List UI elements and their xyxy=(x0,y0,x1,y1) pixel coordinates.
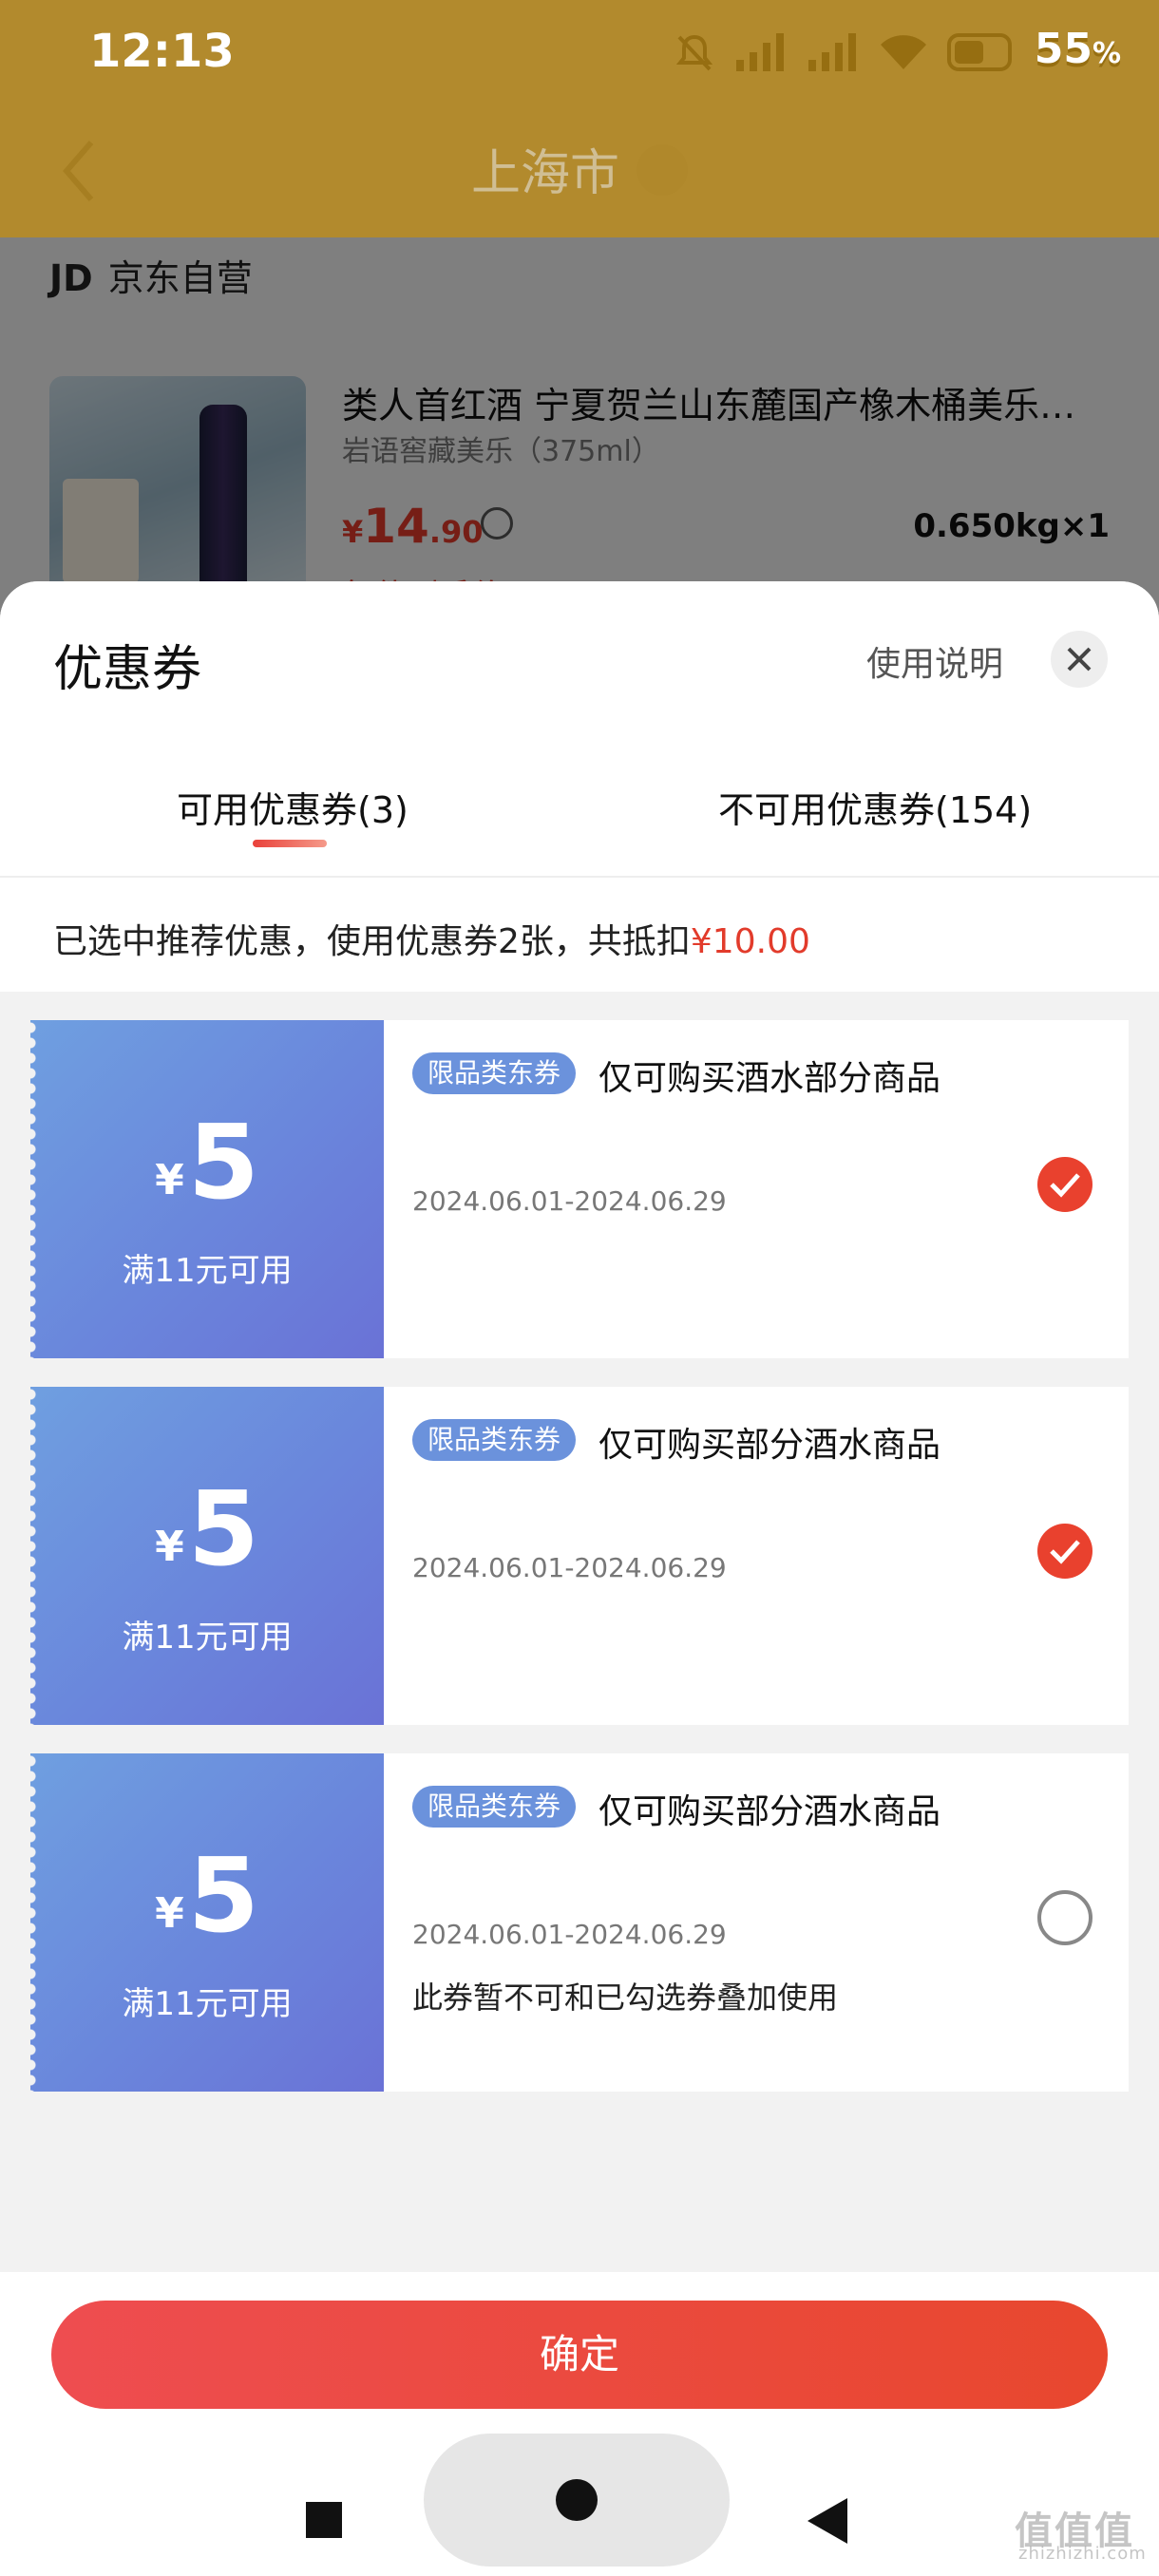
home-button[interactable] xyxy=(424,2434,730,2567)
recents-icon[interactable] xyxy=(306,2502,342,2538)
coupon-checkbox[interactable] xyxy=(1037,1157,1092,1212)
coupon-tag: 限品类东券 xyxy=(412,1419,577,1461)
coupon-tag: 限品类东券 xyxy=(412,1052,577,1094)
tab-unavailable[interactable]: 不可用优惠券(154) xyxy=(718,781,1032,833)
status-time-overlay: 12:13 xyxy=(89,25,235,78)
divider xyxy=(0,876,1159,878)
home-icon xyxy=(556,2479,598,2521)
battery-percent-overlay: 55% xyxy=(1034,25,1121,73)
system-nav-bar xyxy=(0,2424,1159,2576)
coupon-card[interactable]: ¥5 满11元可用 限品类东券 仅可购买酒水部分商品 2024.06.01-20… xyxy=(30,1020,1129,1358)
help-link[interactable]: 使用说明 xyxy=(866,636,1003,686)
navbar-tint: 12:13 55% 上海市 xyxy=(0,0,1159,237)
coupon-card[interactable]: ¥5 满11元可用 限品类东券 仅可购买部分酒水商品 2024.06.01-20… xyxy=(30,1387,1129,1725)
coupon-amount: ¥5 xyxy=(155,1470,259,1589)
back-triangle-icon[interactable] xyxy=(808,2498,847,2544)
coupon-condition: 满11元可用 xyxy=(122,1252,293,1290)
coupon-amount: ¥5 xyxy=(155,1104,259,1222)
sheet-header: 优惠券 使用说明 可用优惠券(3) 不可用优惠券(154) 已选中推荐优惠，使用… xyxy=(0,581,1159,992)
check-icon xyxy=(1050,1540,1080,1564)
coupon-description: 仅可购买酒水部分商品 xyxy=(598,1059,941,1098)
summary-amount: ¥10.00 xyxy=(690,922,810,961)
coupon-amount: ¥5 xyxy=(155,1837,259,1956)
coupon-checkbox[interactable] xyxy=(1037,1890,1092,1945)
coupon-validity: 2024.06.01-2024.06.29 xyxy=(412,1919,727,1950)
coupon-value-panel: ¥5 满11元可用 xyxy=(30,1020,384,1358)
coupon-condition: 满11元可用 xyxy=(122,1619,293,1657)
coupon-validity: 2024.06.01-2024.06.29 xyxy=(412,1185,727,1217)
coupon-value-panel: ¥5 满11元可用 xyxy=(30,1753,384,2092)
coupon-card[interactable]: ¥5 满11元可用 限品类东券 仅可购买部分酒水商品 2024.06.01-20… xyxy=(30,1753,1129,2092)
close-button[interactable] xyxy=(1051,631,1108,688)
coupon-condition: 满11元可用 xyxy=(122,1985,293,2023)
coupon-description: 仅可购买部分酒水商品 xyxy=(598,1426,941,1465)
sheet-footer: 确定 xyxy=(0,2272,1159,2576)
sheet-title: 优惠券 xyxy=(53,641,202,698)
coupon-tag: 限品类东券 xyxy=(412,1786,577,1828)
coupon-note: 此券暂不可和已勾选券叠加使用 xyxy=(412,1979,839,2016)
close-icon xyxy=(1067,647,1092,672)
tab-active-indicator xyxy=(253,840,327,847)
coupon-sheet: 优惠券 使用说明 可用优惠券(3) 不可用优惠券(154) 已选中推荐优惠，使用… xyxy=(0,581,1159,2576)
watermark-logo: 值值值 zhizhizhi.com xyxy=(1015,2510,1147,2564)
city-label-overlay: 上海市 xyxy=(471,145,620,202)
coupon-value-panel: ¥5 满11元可用 xyxy=(30,1387,384,1725)
confirm-button[interactable]: 确定 xyxy=(51,2301,1108,2409)
selection-summary: 已选中推荐优惠，使用优惠券2张，共抵扣¥10.00 xyxy=(53,922,810,961)
coupon-description: 仅可购买部分酒水商品 xyxy=(598,1792,941,1831)
check-icon xyxy=(1050,1173,1080,1198)
tab-available[interactable]: 可用优惠券(3) xyxy=(177,781,408,833)
coupon-validity: 2024.06.01-2024.06.29 xyxy=(412,1552,727,1583)
coupon-checkbox[interactable] xyxy=(1037,1524,1092,1579)
